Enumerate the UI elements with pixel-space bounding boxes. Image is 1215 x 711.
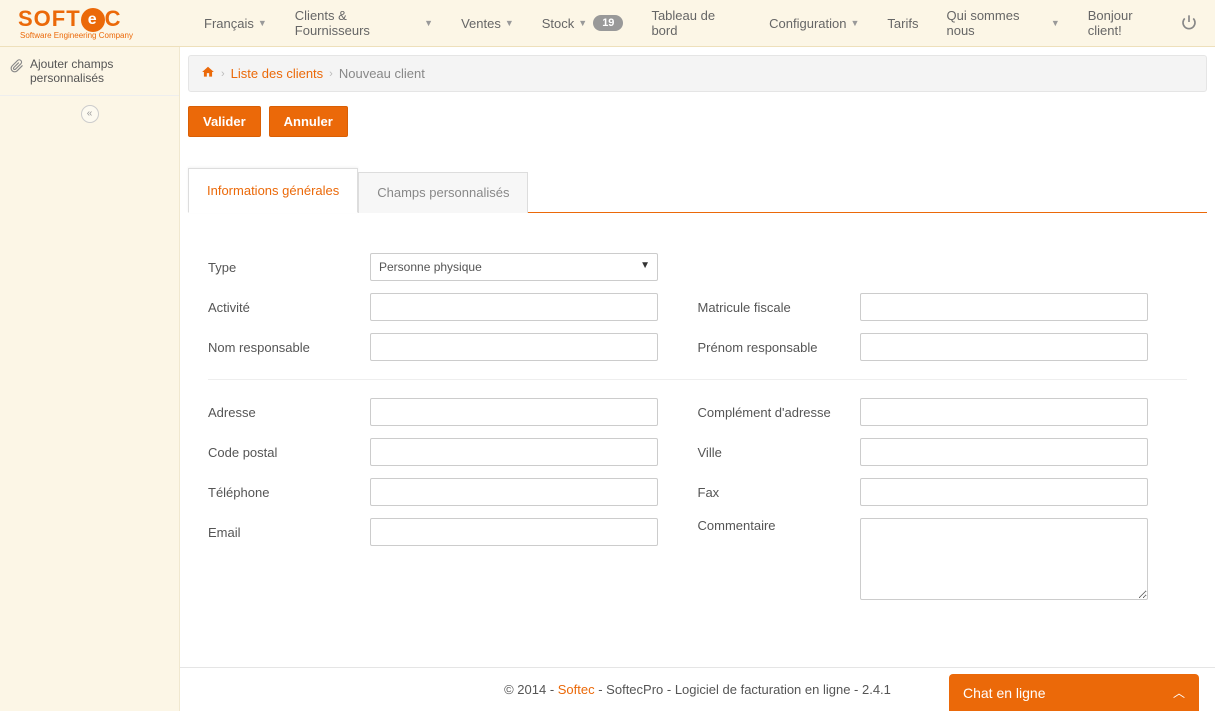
label-complement-adresse: Complément d'adresse [698, 405, 860, 420]
nom-responsable-input[interactable] [370, 333, 658, 361]
footer-rest: - SoftecPro - Logiciel de facturation en… [595, 682, 891, 697]
sidebar-add-custom-fields[interactable]: Ajouter champs personnalisés [0, 47, 179, 95]
tab-custom-fields[interactable]: Champs personnalisés [358, 172, 528, 213]
chevron-up-icon: ︿ [1173, 684, 1185, 701]
label-activite: Activité [208, 300, 370, 315]
paperclip-icon [10, 59, 24, 76]
nav-greeting[interactable]: Bonjour client! [1074, 0, 1181, 47]
nav-stock[interactable]: Stock▼ 19 [528, 0, 638, 47]
label-adresse: Adresse [208, 405, 370, 420]
collapse-button[interactable]: « [81, 105, 99, 123]
label-matricule: Matricule fiscale [698, 300, 860, 315]
caret-icon: ▼ [505, 18, 514, 28]
chat-widget[interactable]: Chat en ligne ︿ [949, 674, 1199, 711]
complement-adresse-input[interactable] [860, 398, 1148, 426]
nav-ventes[interactable]: Ventes ▼ [447, 0, 528, 47]
fax-input[interactable] [860, 478, 1148, 506]
sidebar: Ajouter champs personnalisés « [0, 47, 180, 711]
commentaire-textarea[interactable] [860, 518, 1148, 600]
caret-icon: ▼ [578, 18, 587, 28]
label-code-postal: Code postal [208, 445, 370, 460]
sidebar-collapse: « [0, 95, 179, 131]
caret-icon: ▼ [851, 18, 860, 28]
layout: Ajouter champs personnalisés « › Liste d… [0, 47, 1215, 711]
tabs-container: Informations générales Champs personnali… [188, 171, 1207, 213]
label-telephone: Téléphone [208, 485, 370, 500]
nav-greeting-label: Bonjour client! [1088, 8, 1167, 38]
nav-config-label: Configuration [769, 16, 846, 31]
label-nom-responsable: Nom responsable [208, 340, 370, 355]
label-commentaire: Commentaire [698, 518, 860, 533]
cancel-button[interactable]: Annuler [269, 106, 348, 137]
label-fax: Fax [698, 485, 860, 500]
label-email: Email [208, 525, 370, 540]
logo[interactable]: SOFTeC Software Engineering Company [0, 6, 190, 39]
footer-brand-link[interactable]: Softec [558, 682, 595, 697]
code-postal-input[interactable] [370, 438, 658, 466]
home-icon[interactable] [201, 65, 215, 82]
activite-input[interactable] [370, 293, 658, 321]
label-ville: Ville [698, 445, 860, 460]
nav-language-label: Français [204, 16, 254, 31]
divider [208, 379, 1187, 380]
nav-language[interactable]: Français ▼ [190, 0, 281, 47]
type-select[interactable]: Personne physique [370, 253, 658, 281]
logo-text: SOFTeC [18, 6, 190, 32]
label-prenom-responsable: Prénom responsable [698, 340, 860, 355]
form-body: Type Personne physique Activité Matricul… [180, 213, 1215, 667]
breadcrumb: › Liste des clients › Nouveau client [188, 55, 1207, 92]
logout-icon[interactable] [1181, 14, 1197, 33]
caret-icon: ▼ [424, 18, 433, 28]
ville-input[interactable] [860, 438, 1148, 466]
action-buttons: Valider Annuler [180, 92, 1215, 137]
topbar: SOFTeC Software Engineering Company Fran… [0, 0, 1215, 47]
sidebar-item-label: Ajouter champs personnalisés [30, 57, 169, 85]
nav-tarifs[interactable]: Tarifs [873, 0, 932, 47]
chat-label: Chat en ligne [963, 685, 1046, 701]
logo-subtitle: Software Engineering Company [18, 31, 190, 40]
caret-icon: ▼ [1051, 18, 1060, 28]
breadcrumb-separator: › [329, 68, 333, 80]
nav-dashboard-label: Tableau de bord [651, 8, 741, 38]
breadcrumb-current: Nouveau client [339, 66, 425, 81]
tab-general-info[interactable]: Informations générales [188, 168, 358, 213]
prenom-responsable-input[interactable] [860, 333, 1148, 361]
telephone-input[interactable] [370, 478, 658, 506]
nav-clients-fournisseurs[interactable]: Clients & Fournisseurs ▼ [281, 0, 447, 47]
caret-icon: ▼ [258, 18, 267, 28]
main-nav: Français ▼ Clients & Fournisseurs ▼ Ventes… [190, 0, 1205, 47]
validate-button[interactable]: Valider [188, 106, 261, 137]
main-content: › Liste des clients › Nouveau client Val… [180, 47, 1215, 711]
nav-clients-label: Clients & Fournisseurs [295, 8, 420, 38]
breadcrumb-separator: › [221, 68, 225, 80]
nav-about[interactable]: Qui sommes nous ▼ [932, 0, 1073, 47]
matricule-input[interactable] [860, 293, 1148, 321]
email-input[interactable] [370, 518, 658, 546]
tabs: Informations générales Champs personnali… [188, 171, 1207, 213]
nav-stock-label: Stock [542, 16, 575, 31]
nav-configuration[interactable]: Configuration ▼ [755, 0, 873, 47]
nav-dashboard[interactable]: Tableau de bord [637, 0, 755, 47]
nav-ventes-label: Ventes [461, 16, 501, 31]
footer-copyright: © 2014 - [504, 682, 558, 697]
label-type: Type [208, 260, 370, 275]
breadcrumb-list-clients[interactable]: Liste des clients [231, 66, 324, 81]
nav-about-label: Qui sommes nous [946, 8, 1046, 38]
nav-tarifs-label: Tarifs [887, 16, 918, 31]
stock-badge: 19 [593, 15, 623, 31]
adresse-input[interactable] [370, 398, 658, 426]
